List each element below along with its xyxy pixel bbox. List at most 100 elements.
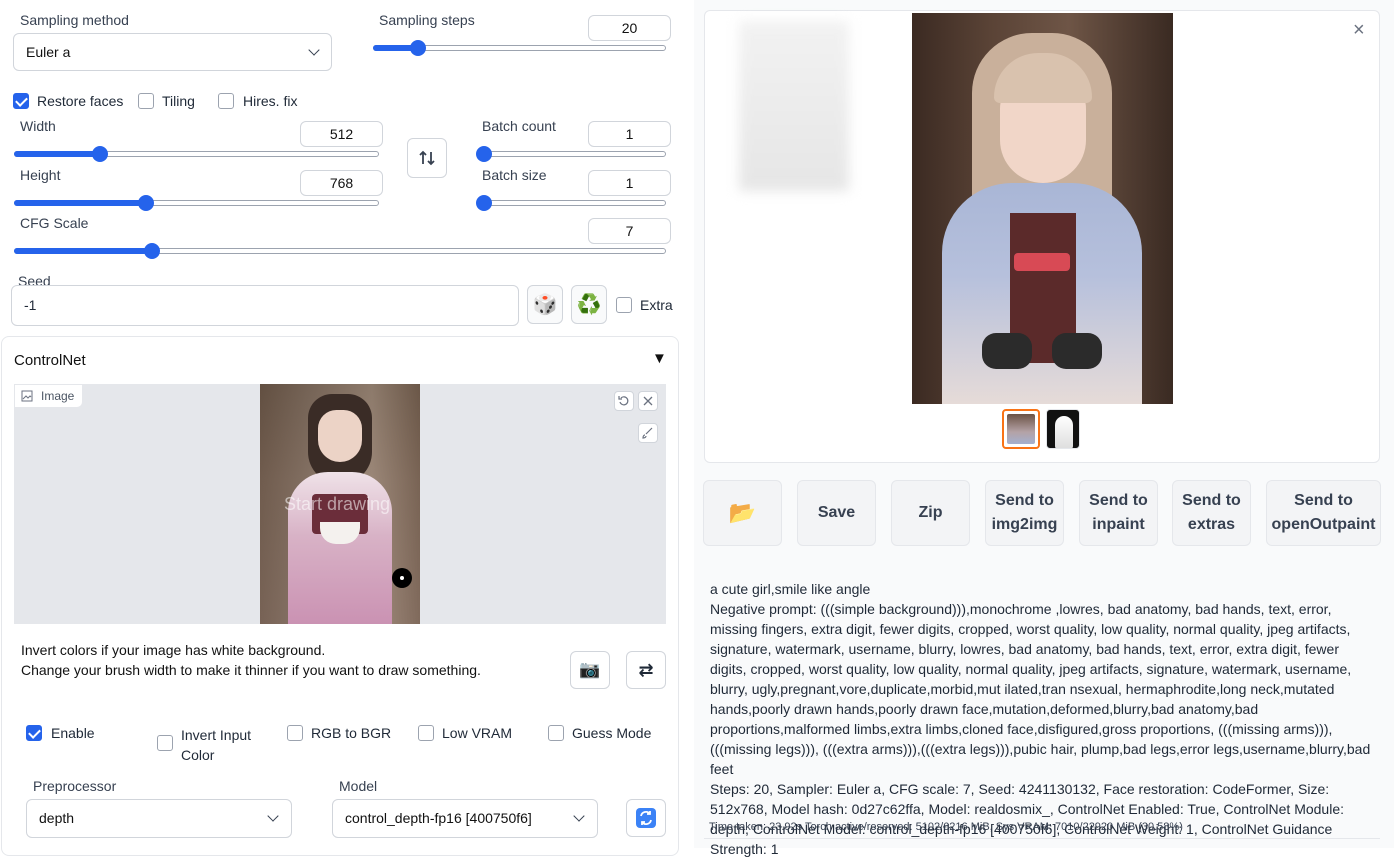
batch-count-input[interactable]: 1 bbox=[588, 121, 671, 147]
seed-input[interactable]: -1 bbox=[11, 285, 519, 326]
hint-brush-width: Change your brush width to make it thinn… bbox=[21, 662, 481, 678]
random-seed-button[interactable]: 🎲 bbox=[527, 285, 563, 324]
preprocessor-value: depth bbox=[39, 810, 75, 826]
clear-image-button[interactable] bbox=[638, 391, 658, 411]
generated-image[interactable] bbox=[912, 13, 1173, 404]
refresh-models-button[interactable] bbox=[626, 799, 666, 837]
mirror-webcam-button[interactable]: ⇄ bbox=[626, 651, 666, 689]
batch-count-slider[interactable] bbox=[476, 146, 666, 162]
invert-input-label: Invert Input Color bbox=[181, 727, 252, 763]
batch-count-label: Batch count bbox=[482, 118, 556, 134]
refresh-icon bbox=[636, 808, 656, 828]
slider-fill bbox=[14, 248, 152, 254]
image-tab-label: Image bbox=[14, 384, 84, 408]
sampling-method-select[interactable]: Euler a bbox=[13, 33, 332, 71]
model-value: control_depth-fp16 [400750f6] bbox=[345, 810, 532, 826]
tiling-checkbox[interactable] bbox=[138, 93, 154, 109]
chevron-down-icon bbox=[267, 810, 279, 822]
width-label: Width bbox=[20, 118, 56, 134]
height-slider[interactable] bbox=[14, 195, 379, 211]
open-folder-button[interactable]: 📂 bbox=[703, 480, 782, 546]
model-label: Model bbox=[339, 778, 378, 794]
tiling-label: Tiling bbox=[162, 93, 195, 109]
folder-icon: 📂 bbox=[728, 500, 757, 525]
slider-thumb[interactable] bbox=[144, 243, 160, 259]
slider-thumb[interactable] bbox=[92, 146, 108, 162]
invert-input-checkbox[interactable] bbox=[157, 735, 173, 751]
slider-fill bbox=[14, 151, 100, 157]
guess-mode-label: Guess Mode bbox=[572, 725, 652, 741]
width-slider[interactable] bbox=[14, 146, 379, 162]
width-input[interactable]: 512 bbox=[300, 121, 383, 147]
batch-size-slider[interactable] bbox=[476, 195, 666, 211]
slider-thumb[interactable] bbox=[476, 195, 492, 211]
cfg-scale-input[interactable]: 7 bbox=[588, 218, 671, 244]
time-taken-text: Time taken: 23.92s Torch active/reserved… bbox=[709, 821, 1183, 833]
send-to-inpaint-button[interactable]: Send to inpaint bbox=[1079, 480, 1158, 546]
divider bbox=[704, 838, 1380, 839]
hires-fix-label: Hires. fix bbox=[243, 93, 298, 109]
cfg-scale-label: CFG Scale bbox=[20, 215, 89, 231]
gallery-panel: × bbox=[704, 10, 1380, 463]
close-icon bbox=[643, 396, 653, 406]
slider-thumb[interactable] bbox=[138, 195, 154, 211]
slider-fill bbox=[14, 200, 146, 206]
rgb-to-bgr-checkbox[interactable] bbox=[287, 725, 303, 741]
thumbnail-2[interactable] bbox=[1046, 409, 1080, 449]
camera-icon: 📷 bbox=[579, 660, 601, 679]
slider-thumb[interactable] bbox=[410, 40, 426, 56]
hint-invert-colors: Invert colors if your image has white ba… bbox=[21, 642, 326, 658]
sampling-steps-label: Sampling steps bbox=[379, 12, 475, 28]
enable-checkbox[interactable] bbox=[26, 725, 42, 741]
cfg-scale-slider[interactable] bbox=[14, 243, 666, 259]
undo-button[interactable] bbox=[614, 391, 634, 411]
send-to-openoutpaint-button[interactable]: Send to openOutpaint bbox=[1266, 480, 1381, 546]
height-label: Height bbox=[20, 167, 61, 183]
model-select[interactable]: control_depth-fp16 [400750f6] bbox=[332, 799, 598, 838]
low-vram-label: Low VRAM bbox=[442, 725, 513, 741]
chevron-down-icon bbox=[573, 810, 585, 822]
canvas-placeholder-text: Start drawing bbox=[284, 494, 391, 514]
guess-mode-checkbox[interactable] bbox=[548, 725, 564, 741]
brush-cursor bbox=[392, 568, 412, 588]
chevron-down-icon bbox=[308, 44, 320, 56]
brush-tool-button[interactable] bbox=[638, 423, 658, 443]
slider-thumb[interactable] bbox=[476, 146, 492, 162]
generation-params-text: Steps: 20, Sampler: Euler a, CFG scale: … bbox=[710, 781, 1344, 857]
restore-faces-checkbox[interactable] bbox=[13, 93, 29, 109]
hires-fix-checkbox[interactable] bbox=[218, 93, 234, 109]
controlnet-image-canvas[interactable]: Image Start drawing bbox=[14, 384, 666, 624]
extra-seed-checkbox[interactable] bbox=[616, 297, 632, 313]
send-to-extras-button[interactable]: Send to extras bbox=[1172, 480, 1251, 546]
image-icon bbox=[21, 390, 33, 402]
collapse-toggle-icon[interactable]: ▼ bbox=[652, 350, 667, 367]
low-vram-checkbox[interactable] bbox=[418, 725, 434, 741]
negative-prompt-text: Negative prompt: (((simple background)))… bbox=[710, 601, 1371, 777]
webcam-button[interactable]: 📷 bbox=[570, 651, 610, 689]
brush-icon bbox=[642, 427, 653, 439]
blurred-preview-image bbox=[739, 21, 849, 191]
swap-dimensions-button[interactable] bbox=[407, 138, 447, 178]
controlnet-title: ControlNet bbox=[14, 352, 86, 369]
height-input[interactable]: 768 bbox=[300, 170, 383, 196]
generation-info: a cute girl,smile like angle Negative pr… bbox=[710, 579, 1378, 859]
sampling-method-value: Euler a bbox=[26, 44, 71, 60]
save-button[interactable]: Save bbox=[797, 480, 876, 546]
extra-seed-label: Extra bbox=[640, 297, 673, 313]
restore-faces-label: Restore faces bbox=[37, 93, 124, 109]
enable-label: Enable bbox=[51, 725, 95, 741]
send-to-img2img-button[interactable]: Send to img2img bbox=[985, 480, 1064, 546]
zip-button[interactable]: Zip bbox=[891, 480, 970, 546]
preprocessor-label: Preprocessor bbox=[33, 778, 117, 794]
preprocessor-select[interactable]: depth bbox=[26, 799, 292, 838]
undo-icon bbox=[618, 396, 629, 406]
dice-icon: 🎲 bbox=[532, 294, 558, 316]
reuse-seed-button[interactable]: ♻️ bbox=[571, 285, 607, 324]
close-gallery-icon[interactable]: × bbox=[1353, 19, 1365, 42]
thumbnail-1[interactable] bbox=[1002, 409, 1040, 449]
batch-size-input[interactable]: 1 bbox=[588, 170, 671, 196]
sampling-steps-input[interactable]: 20 bbox=[588, 15, 671, 41]
prompt-text: a cute girl,smile like angle bbox=[710, 581, 871, 597]
sampling-steps-slider[interactable] bbox=[373, 40, 666, 56]
swap-icon: ⇄ bbox=[638, 659, 654, 680]
